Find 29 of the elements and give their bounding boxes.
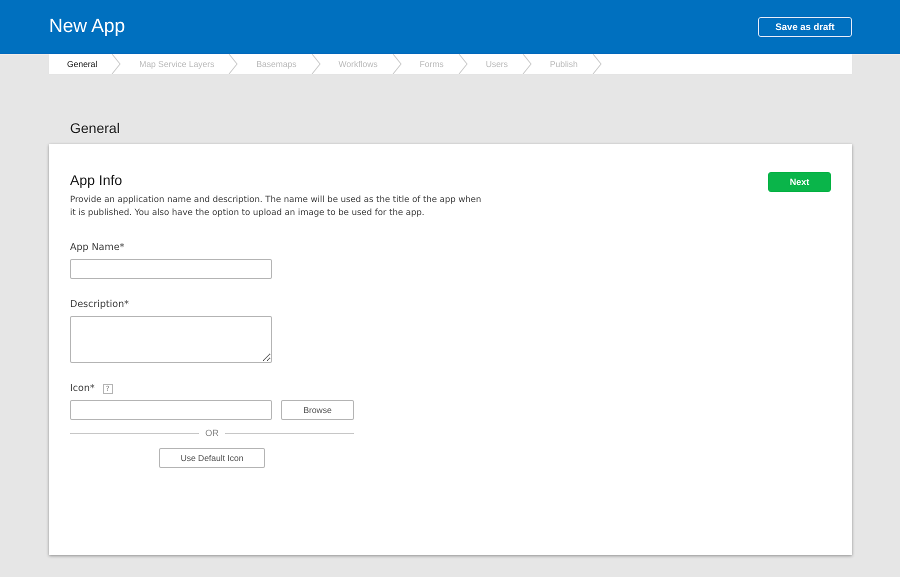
chevron-icon	[522, 54, 532, 74]
next-button[interactable]: Next	[768, 172, 831, 192]
step-tab[interactable]: Basemaps	[238, 59, 311, 69]
description-field[interactable]	[70, 316, 272, 363]
field-label: App Name*	[70, 242, 126, 253]
step-tab[interactable]: Map Service Layers	[121, 59, 228, 69]
step-tab[interactable]: Forms	[402, 59, 458, 69]
field-label: Icon*	[70, 383, 95, 394]
use-default-icon-button[interactable]: Use Default Icon	[159, 448, 265, 468]
app-title: New App	[49, 16, 126, 38]
description-text: Provide an application name and description. The name will be used as the title of the app when it is published. You also have the option to upload an image to be used for the app.	[70, 194, 482, 220]
step-tab[interactable]: Workflows	[320, 59, 392, 69]
browse-button[interactable]: Browse	[281, 400, 354, 420]
step-tab[interactable]: Users	[468, 59, 522, 69]
chevron-icon	[458, 54, 468, 74]
card-title: App Info	[70, 172, 124, 188]
step-tab[interactable]: General	[49, 59, 112, 69]
chevron-icon	[392, 54, 402, 74]
chevron-icon	[310, 54, 321, 74]
or-divider-text: OR	[205, 428, 219, 438]
chevron-icon	[111, 54, 122, 74]
app-name-field[interactable]	[70, 259, 272, 279]
chevron-icon	[592, 54, 602, 74]
chevron-icon	[228, 54, 238, 74]
icon-field[interactable]	[70, 400, 272, 420]
section-title: General	[70, 120, 121, 138]
save-draft-button[interactable]: Save as draft	[758, 17, 852, 37]
step-tab[interactable]: Publish	[532, 59, 592, 69]
field-label: Description*	[70, 299, 130, 310]
